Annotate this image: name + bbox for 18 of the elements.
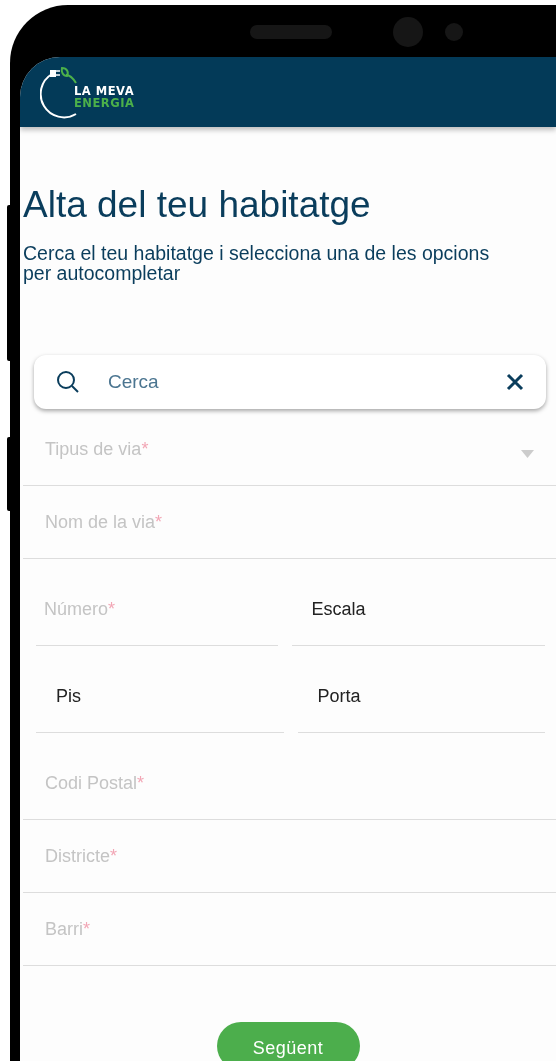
input-field[interactable]: Escala <box>291 559 545 647</box>
instruction-text: Cerca el teu habitatge i selecciona una de les opcions per autocompletar <box>23 243 491 284</box>
page-title: Alta del teu habitatge <box>23 183 372 227</box>
logo-text: LA MEVA <box>74 85 135 97</box>
input-field[interactable]: Porta <box>297 646 545 734</box>
close-icon[interactable] <box>506 373 524 392</box>
input-field[interactable]: Barri* <box>23 893 556 967</box>
logo-text: ENERGIA <box>74 97 135 109</box>
input-field[interactable]: Pis <box>36 646 284 734</box>
next-button[interactable]: Següent <box>216 1022 360 1061</box>
input-field[interactable]: Nom de la via* <box>23 486 556 560</box>
input-field[interactable]: Districte* <box>23 820 556 894</box>
input-field[interactable]: Codi Postal* <box>23 733 556 821</box>
dropdown-field[interactable]: Tipus de via* <box>23 409 556 487</box>
search-icon <box>56 370 80 395</box>
caret-icon <box>521 450 534 459</box>
search-input[interactable]: Cerca <box>106 367 506 398</box>
input-field[interactable]: Número* <box>36 559 278 647</box>
